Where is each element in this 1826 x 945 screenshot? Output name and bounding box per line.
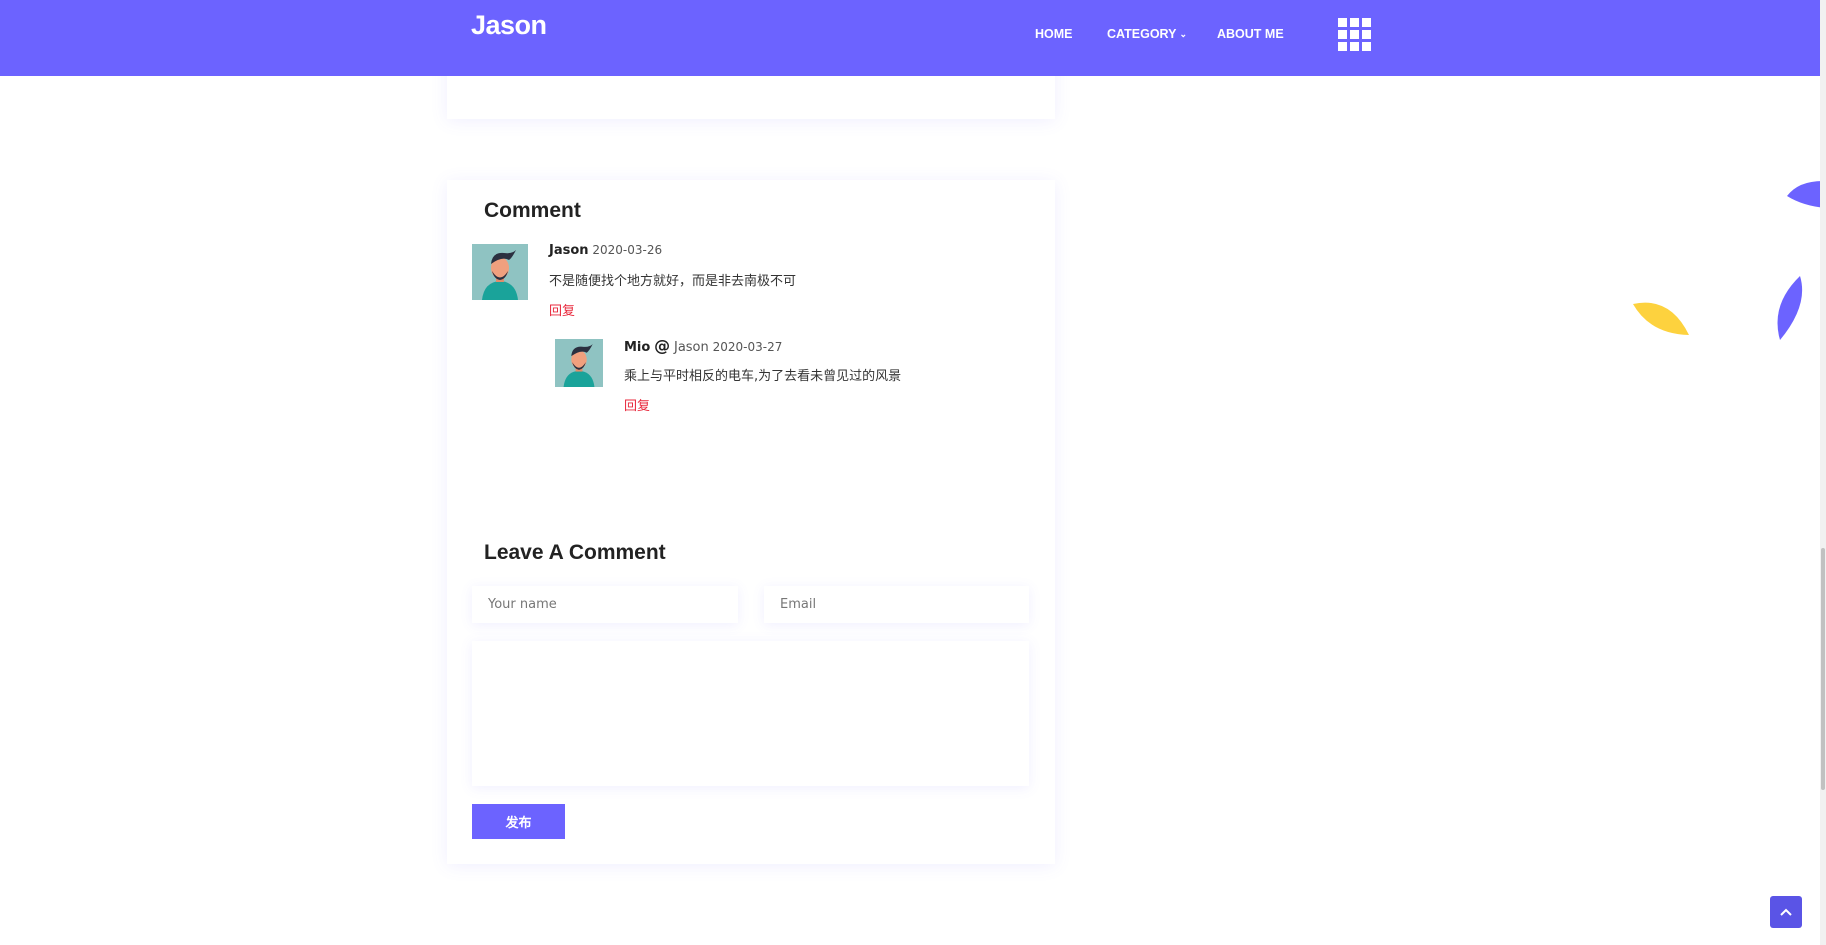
name-input[interactable]	[472, 586, 738, 623]
nav-category-label: CATEGORY	[1107, 27, 1177, 41]
avatar	[472, 244, 528, 300]
top-navbar: Jason HOME CATEGORY ⌄ ABOUT ME	[0, 0, 1820, 76]
chevron-down-icon: ⌄	[1179, 29, 1187, 40]
scrollbar-thumb[interactable]	[1821, 548, 1825, 790]
email-input[interactable]	[764, 586, 1029, 623]
back-to-top-button[interactable]	[1770, 896, 1802, 928]
site-logo[interactable]: Jason	[471, 10, 547, 41]
nav-category[interactable]: CATEGORY ⌄	[1107, 27, 1187, 41]
reply-to-user: Jason	[673, 340, 709, 355]
comment-text: 不是随便找个地方就好，而是非去南极不可	[549, 274, 797, 289]
nav-about-me[interactable]: ABOUT ME	[1217, 27, 1284, 41]
comment-date: 2020-03-27	[712, 340, 783, 354]
submit-comment-button[interactable]: 发布	[472, 804, 565, 839]
grid-menu-icon[interactable]	[1338, 18, 1372, 52]
person-avatar-icon	[555, 339, 603, 387]
reply-meta: Mio @ Jason 2020-03-27	[624, 336, 782, 355]
nav-home[interactable]: HOME	[1035, 27, 1073, 41]
purple-leaf-decoration	[1777, 276, 1803, 340]
chevron-up-icon	[1780, 908, 1792, 916]
avatar	[555, 339, 603, 387]
reply-link[interactable]: 回复	[624, 395, 650, 414]
yellow-leaf-decoration	[1633, 302, 1689, 335]
comments-title: Comment	[484, 199, 581, 222]
comment-date: 2020-03-26	[592, 243, 663, 257]
message-textarea[interactable]	[472, 641, 1029, 786]
mention-at: @	[654, 336, 671, 355]
person-avatar-icon	[472, 244, 528, 300]
comment-author: Jason	[549, 243, 589, 258]
comment-meta: Jason 2020-03-26	[549, 243, 662, 258]
leave-comment-title: Leave A Comment	[484, 541, 666, 564]
comment-author: Mio	[624, 340, 651, 355]
scrollbar-track[interactable]	[1820, 0, 1826, 945]
reply-link[interactable]: 回复	[549, 300, 575, 319]
comment-text: 乘上与平时相反的电车,为了去看未曾见过的风景	[624, 369, 902, 384]
